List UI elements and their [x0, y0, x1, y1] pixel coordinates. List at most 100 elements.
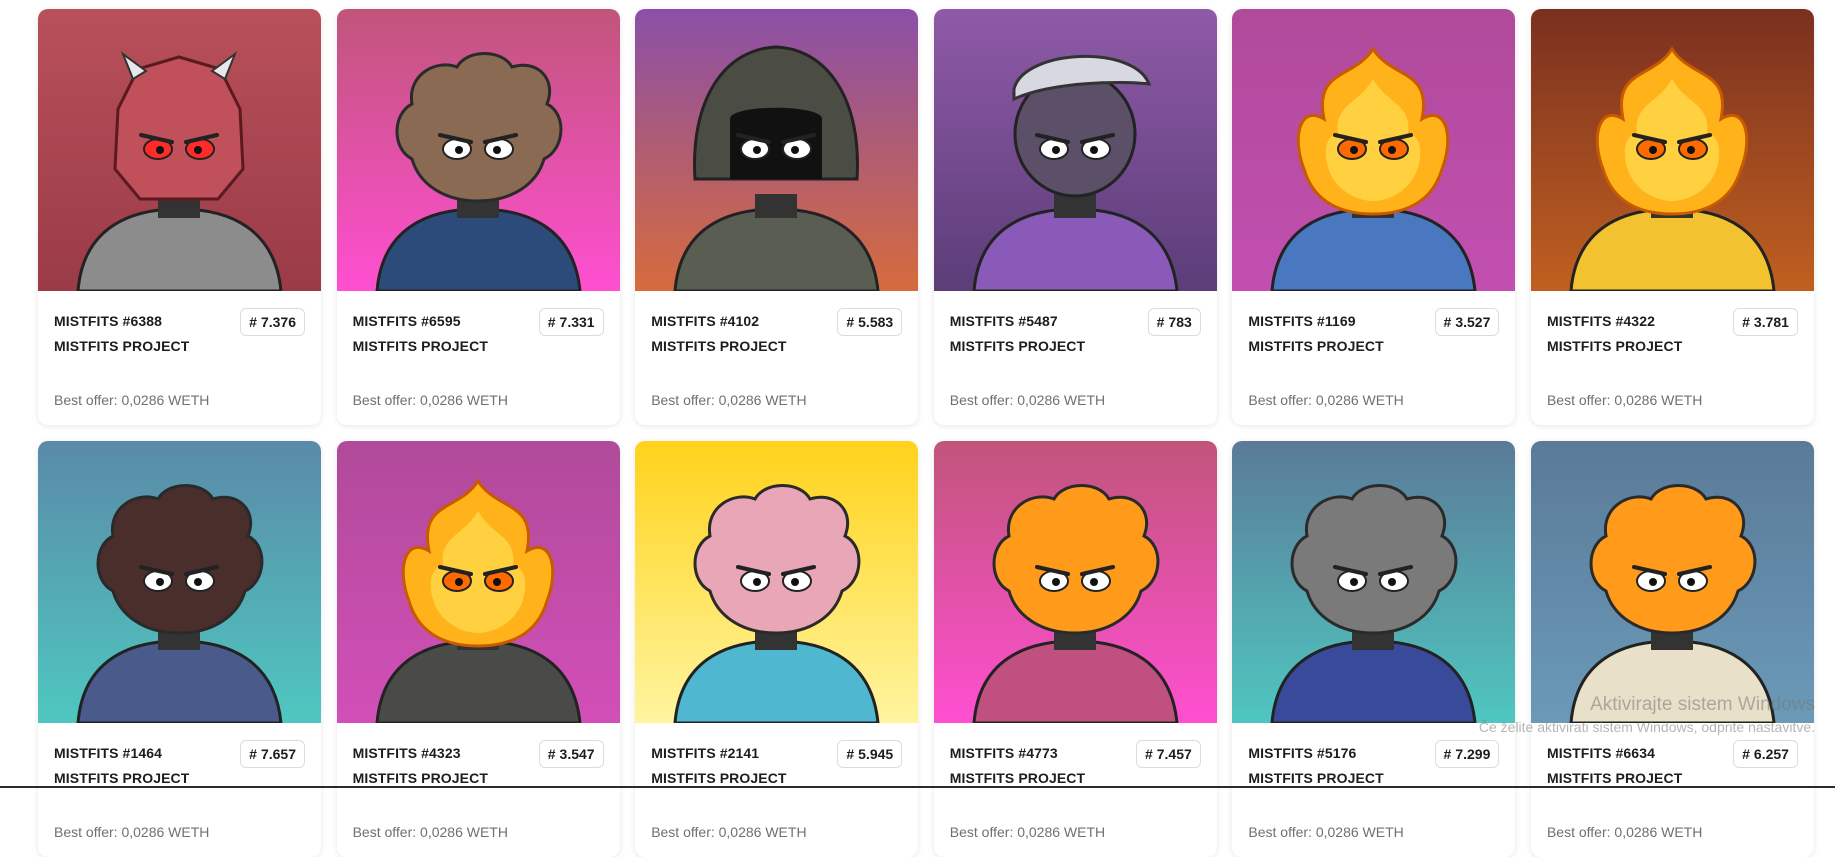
hash-icon: #: [1742, 746, 1750, 762]
nft-image[interactable]: [1232, 9, 1516, 291]
rarity-rank-badge: #7.657: [240, 740, 305, 768]
nft-name[interactable]: MISTFITS #4102: [651, 313, 759, 329]
nft-image[interactable]: [933, 9, 1217, 291]
collection-name[interactable]: MISTFITS PROJECT: [353, 770, 488, 786]
watermark-subtitle: Če želite aktivirati sistem Windows, odp…: [1478, 719, 1815, 735]
nft-card-info: MISTFITS #5176 #7.299 MISTFITS PROJECT Best…: [1232, 723, 1515, 857]
nft-card[interactable]: MISTFITS #4322 #3.781 MISTFITS PROJECT Best…: [1530, 9, 1814, 425]
nft-card-info: MISTFITS #6634 #6.257 MISTFITS PROJECT Best…: [1531, 723, 1814, 857]
nft-name[interactable]: MISTFITS #1464: [54, 745, 162, 761]
nft-name[interactable]: MISTFITS #2141: [651, 745, 759, 761]
best-offer: Best offer: 0,0286 WETH: [949, 824, 1106, 840]
hash-icon: #: [1443, 746, 1452, 762]
rarity-rank-badge: #6.257: [1733, 740, 1798, 768]
nft-name[interactable]: MISTFITS #6634: [1547, 745, 1655, 761]
rarity-rank-badge: #3.527: [1434, 308, 1500, 336]
nft-card[interactable]: MISTFITS #1464 #7.657 MISTFITS PROJECT Best…: [38, 441, 321, 857]
nft-image[interactable]: [1232, 441, 1516, 723]
rarity-rank-value: 3.527: [1455, 314, 1491, 330]
best-offer: Best offer: 0,0286 WETH: [651, 392, 807, 408]
rarity-rank-badge: #5.945: [837, 740, 903, 768]
collection-name[interactable]: MISTFITS PROJECT: [54, 338, 189, 354]
collection-name[interactable]: MISTFITS PROJECT: [651, 770, 786, 786]
nft-card[interactable]: MISTFITS #2141 #5.945 MISTFITS PROJECT Best…: [635, 441, 919, 857]
nft-card-info: MISTFITS #4323 #3.547 MISTFITS PROJECT Best…: [337, 723, 620, 857]
rarity-rank-badge: #3.547: [538, 740, 604, 768]
nft-name[interactable]: MISTFITS #6388: [54, 313, 162, 329]
rarity-rank-badge: #7.457: [1135, 740, 1201, 768]
rarity-rank-value: 7.299: [1455, 746, 1491, 762]
collection-name[interactable]: MISTFITS PROJECT: [651, 338, 786, 354]
hash-icon: #: [249, 314, 257, 330]
nft-name[interactable]: MISTFITS #6595: [353, 313, 461, 329]
rarity-rank-badge: #7.376: [240, 308, 305, 336]
nft-name[interactable]: MISTFITS #4322: [1547, 313, 1655, 329]
nft-card[interactable]: MISTFITS #4102 #5.583 MISTFITS PROJECT Best…: [635, 9, 919, 425]
best-offer: Best offer: 0,0286 WETH: [54, 392, 210, 408]
collection-name[interactable]: MISTFITS PROJECT: [54, 770, 189, 786]
best-offer: Best offer: 0,0286 WETH: [949, 392, 1106, 408]
watermark-title: Aktivirajte sistem Windows: [1590, 694, 1815, 715]
collection-name[interactable]: MISTFITS PROJECT: [1547, 338, 1682, 354]
hash-icon: #: [1156, 314, 1165, 330]
nft-image[interactable]: [336, 441, 620, 723]
best-offer: Best offer: 0,0286 WETH: [1546, 392, 1703, 408]
collection-name[interactable]: MISTFITS PROJECT: [353, 338, 488, 354]
nft-image[interactable]: [336, 9, 620, 291]
nft-image[interactable]: [933, 441, 1217, 723]
hash-icon: #: [1443, 314, 1452, 330]
nft-name[interactable]: MISTFITS #4323: [353, 745, 461, 761]
rarity-rank-value: 3.547: [559, 746, 595, 762]
nft-name[interactable]: MISTFITS #1169: [1248, 313, 1355, 329]
nft-card[interactable]: MISTFITS #6388 #7.376 MISTFITS PROJECT Best…: [38, 9, 321, 425]
nft-card[interactable]: MISTFITS #6634 #6.257 MISTFITS PROJECT Best…: [1530, 441, 1814, 857]
rarity-rank-value: 7.376: [260, 314, 296, 330]
nft-card[interactable]: MISTFITS #4773 #7.457 MISTFITS PROJECT Best…: [933, 441, 1217, 857]
best-offer: Best offer: 0,0286 WETH: [1248, 392, 1404, 408]
nft-card[interactable]: MISTFITS #6595 #7.331 MISTFITS PROJECT Best…: [336, 9, 620, 425]
nft-card-info: MISTFITS #1169 #3.527 MISTFITS PROJECT Best…: [1232, 291, 1515, 425]
rarity-rank-value: 6.257: [1753, 746, 1789, 762]
rarity-rank-badge: #7.299: [1434, 740, 1500, 768]
collection-name[interactable]: MISTFITS PROJECT: [950, 770, 1085, 786]
hash-icon: #: [846, 746, 855, 762]
hash-icon: #: [1144, 746, 1153, 762]
collection-name[interactable]: MISTFITS PROJECT: [1248, 770, 1383, 786]
rarity-rank-value: 7.457: [1156, 746, 1192, 762]
rarity-rank-badge: #5.583: [837, 308, 903, 336]
hash-icon: #: [249, 746, 257, 762]
nft-card[interactable]: MISTFITS #5487 #783 MISTFITS PROJECT Best o…: [933, 9, 1217, 425]
nft-card-info: MISTFITS #4773 #7.457 MISTFITS PROJECT Best…: [934, 723, 1217, 857]
rarity-rank-badge: #3.781: [1733, 308, 1798, 336]
nft-image[interactable]: [38, 9, 321, 291]
nft-card-info: MISTFITS #5487 #783 MISTFITS PROJECT Best o…: [934, 291, 1217, 425]
best-offer: Best offer: 0,0286 WETH: [1546, 824, 1703, 840]
nft-name[interactable]: MISTFITS #4773: [950, 745, 1058, 761]
hash-icon: #: [547, 314, 556, 330]
nft-image[interactable]: [635, 9, 919, 291]
rarity-rank-value: 7.331: [559, 314, 595, 330]
best-offer: Best offer: 0,0286 WETH: [651, 824, 807, 840]
collection-name[interactable]: MISTFITS PROJECT: [1248, 338, 1383, 354]
nft-card-info: MISTFITS #1464 #7.657 MISTFITS PROJECT Best…: [38, 723, 321, 857]
nft-name[interactable]: MISTFITS #5487: [950, 313, 1058, 329]
nft-name[interactable]: MISTFITS #5176: [1248, 745, 1356, 761]
rarity-rank-value: 783: [1168, 314, 1192, 330]
nft-card-info: MISTFITS #6595 #7.331 MISTFITS PROJECT Best…: [337, 291, 620, 425]
nft-image[interactable]: [1530, 9, 1814, 291]
rarity-rank-value: 7.657: [260, 746, 296, 762]
rarity-rank-badge: #7.331: [538, 308, 604, 336]
collection-name[interactable]: MISTFITS PROJECT: [950, 338, 1085, 354]
nft-image[interactable]: [635, 441, 919, 723]
hash-icon: #: [1742, 314, 1750, 330]
nft-card[interactable]: MISTFITS #1169 #3.527 MISTFITS PROJECT Best…: [1232, 9, 1516, 425]
windows-activation-watermark: Aktivirajte sistem Windows Če želite akt…: [1479, 694, 1815, 738]
best-offer: Best offer: 0,0286 WETH: [352, 392, 508, 408]
nft-card-info: MISTFITS #2141 #5.945 MISTFITS PROJECT Best…: [635, 723, 918, 857]
nft-image[interactable]: [38, 441, 321, 723]
nft-card[interactable]: MISTFITS #4323 #3.547 MISTFITS PROJECT Best…: [336, 441, 620, 857]
nft-image[interactable]: [1530, 441, 1814, 723]
rarity-rank-badge: #783: [1147, 308, 1201, 336]
nft-card[interactable]: MISTFITS #5176 #7.299 MISTFITS PROJECT Best…: [1232, 441, 1516, 857]
collection-name[interactable]: MISTFITS PROJECT: [1547, 770, 1682, 786]
